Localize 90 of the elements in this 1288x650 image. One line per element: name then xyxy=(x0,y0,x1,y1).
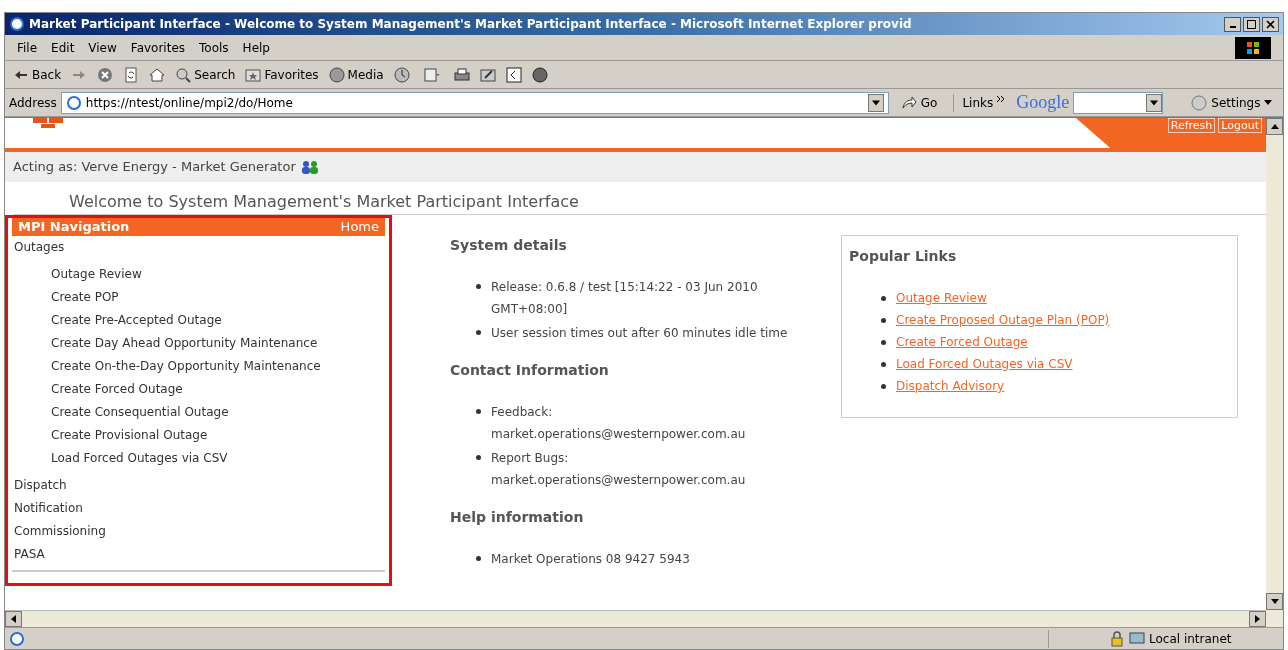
bullet-icon xyxy=(476,330,481,335)
nav-section[interactable]: Outages xyxy=(12,236,385,259)
menu-item[interactable]: View xyxy=(88,38,117,57)
go-arrow-icon[interactable] xyxy=(900,94,917,111)
home-icon[interactable] xyxy=(149,66,166,83)
section-title: System details xyxy=(450,236,568,255)
dropdown-button[interactable] xyxy=(867,93,884,112)
left-arrow-icon[interactable] xyxy=(11,615,16,623)
navigation-title: MPI Navigation xyxy=(18,218,130,237)
toolbar-label[interactable]: Favorites xyxy=(264,65,319,84)
edit-icon[interactable] xyxy=(479,66,496,83)
windows-logo-icon xyxy=(1235,36,1271,59)
nav-section[interactable]: PASA xyxy=(12,543,385,566)
minimize-button[interactable] xyxy=(1224,16,1241,32)
section-item: Report Bugs: market.operations@westernpower.com.au xyxy=(491,450,747,489)
nav-item[interactable]: Outage Review xyxy=(12,263,385,286)
go-button[interactable]: Go xyxy=(920,93,938,112)
section-item: Feedback: market.operations@westernpower.com.au xyxy=(491,404,747,443)
star-folder-icon[interactable] xyxy=(245,66,262,83)
close-button[interactable] xyxy=(1262,16,1279,32)
nav-section[interactable]: Dispatch xyxy=(12,474,385,497)
refresh-icon[interactable] xyxy=(123,66,140,83)
settings-button[interactable]: Settings xyxy=(1211,93,1261,112)
nav-item[interactable]: Create On-the-Day Opportunity Maintenance xyxy=(12,355,385,378)
menu-item[interactable]: Favorites xyxy=(130,38,186,57)
address-label: Address xyxy=(9,94,57,112)
stop-icon[interactable] xyxy=(97,66,114,83)
chevron-icon[interactable] xyxy=(997,95,1005,102)
minimize-icon xyxy=(1229,26,1236,28)
google-logo: Google xyxy=(1016,91,1070,114)
nav-item[interactable]: Load Forced Outages via CSV xyxy=(12,447,385,470)
logo-icon xyxy=(33,118,63,128)
toolbar-label[interactable]: Search xyxy=(194,65,236,84)
bullet-icon xyxy=(476,284,481,289)
maximize-button[interactable] xyxy=(1243,16,1260,32)
network-icon xyxy=(1129,630,1145,647)
menu-item[interactable]: Help xyxy=(242,38,270,57)
section-item: User session times out after 60 minutes idle time xyxy=(491,325,789,342)
toolbar-label[interactable]: Media xyxy=(347,65,384,84)
menu-item[interactable]: File xyxy=(17,38,38,57)
nav-item[interactable]: Create POP xyxy=(12,286,385,309)
caret-icon xyxy=(1150,99,1159,106)
acting-as-text: Acting as: Verve Energy - Market Generator xyxy=(13,158,296,177)
nav-section[interactable]: Notification xyxy=(12,497,385,520)
search-icon[interactable] xyxy=(175,66,192,83)
users-icon xyxy=(299,160,320,174)
section-title: Contact Information xyxy=(450,361,610,380)
address-field[interactable]: https://ntest/online/mpi2/do/Home xyxy=(60,91,889,114)
down-arrow-icon[interactable] xyxy=(1270,599,1279,604)
section-item: Market Operations 08 9427 5943 xyxy=(491,551,691,568)
window-title: Market Participant Interface - Welcome to System Management's Market Participant Interface - Microsoft Internet Explorer provid xyxy=(29,16,912,33)
browser-icon xyxy=(9,16,25,32)
menu-item[interactable]: Tools xyxy=(199,38,229,57)
menu-item[interactable]: Edit xyxy=(51,38,75,57)
bullet-icon xyxy=(881,339,886,345)
bullet-icon xyxy=(881,317,886,323)
printer-icon[interactable] xyxy=(453,66,470,83)
close-icon xyxy=(1266,19,1275,29)
nav-item[interactable]: Create Pre-Accepted Outage xyxy=(12,309,385,332)
toolbar-label[interactable]: Back xyxy=(32,65,62,84)
links-button[interactable]: Links xyxy=(953,93,994,112)
bullet-icon xyxy=(476,556,481,561)
bullet-icon xyxy=(476,455,481,460)
page-icon xyxy=(65,94,82,111)
section-item: Release: 0.6.8 / test [15:14:22 - 03 Jun 2010 GMT+08:00] xyxy=(491,279,759,318)
maximize-icon xyxy=(1247,19,1256,29)
vertical-scrollbar[interactable] xyxy=(1266,118,1283,627)
clock-icon[interactable] xyxy=(393,66,410,83)
panel-title: Popular Links xyxy=(849,247,958,266)
nav-item[interactable]: Create Consequential Outage xyxy=(12,401,385,424)
caret-icon xyxy=(871,99,880,106)
bullet-icon xyxy=(881,383,886,389)
horizontal-scrollbar[interactable] xyxy=(5,610,1266,627)
padlock-icon xyxy=(1109,630,1125,647)
zone-label: Local intranet xyxy=(1149,630,1233,648)
bullet-icon xyxy=(881,295,886,301)
nav-item[interactable]: Create Provisional Outage xyxy=(12,424,385,447)
page-heading: Welcome to System Management's Market Participant Interface xyxy=(69,192,579,211)
google-search-field[interactable] xyxy=(1073,91,1164,114)
caret-icon[interactable] xyxy=(1264,100,1273,105)
up-arrow-icon[interactable] xyxy=(1270,124,1279,129)
nav-section[interactable]: Commissioning xyxy=(12,520,385,543)
source-icon[interactable] xyxy=(505,66,522,83)
nav-item[interactable]: Create Forced Outage xyxy=(12,378,385,401)
bullet-icon xyxy=(881,361,886,367)
section-title: Help information xyxy=(450,508,585,527)
bullet-icon xyxy=(476,409,481,414)
nav-item[interactable]: Create Day Ahead Opportunity Maintenance xyxy=(12,332,385,355)
right-arrow-icon[interactable] xyxy=(1255,615,1260,623)
page-icon xyxy=(9,630,25,647)
